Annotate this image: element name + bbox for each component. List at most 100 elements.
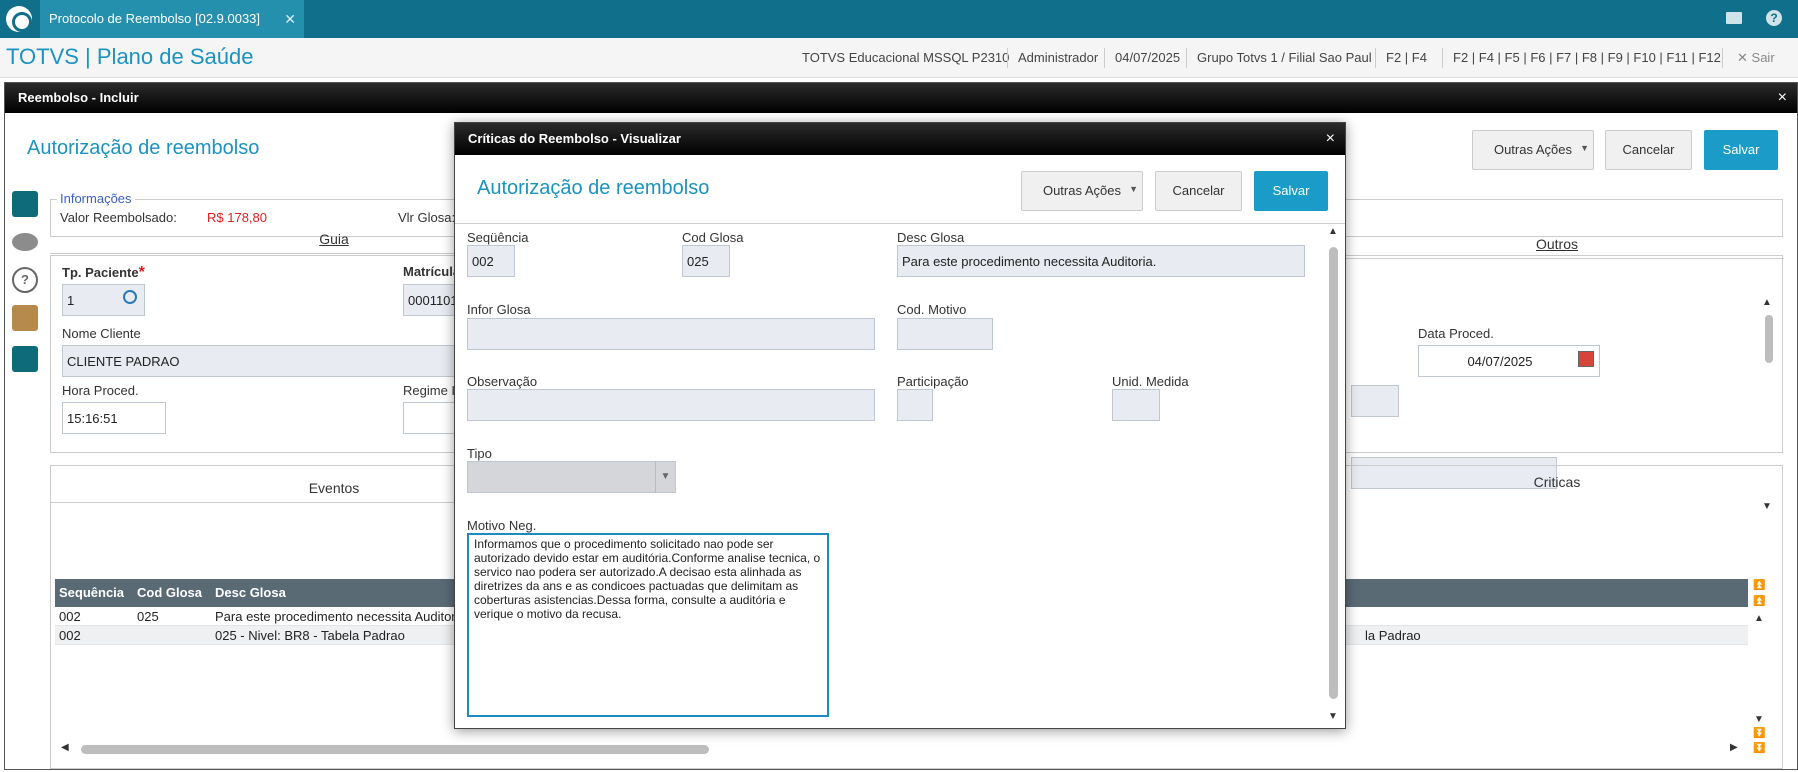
h-scrollbar-thumb[interactable] <box>81 745 709 754</box>
cancel-button[interactable]: Cancelar <box>1605 130 1692 170</box>
motivo-neg-textarea[interactable]: Informamos que o procedimento solicitado… <box>467 533 829 717</box>
calendar-icon[interactable] <box>1578 351 1594 367</box>
col-sequencia[interactable]: Sequência <box>59 585 124 600</box>
scroll-up-icon[interactable]: ▲ <box>1762 297 1772 308</box>
cod-motivo-field[interactable] <box>897 318 993 350</box>
shortcuts-long[interactable]: F2 | F4 | F5 | F6 | F7 | F8 | F9 | F10 |… <box>1453 50 1721 65</box>
tab-outros-label: Outros <box>1535 236 1578 252</box>
hora-proced-field[interactable]: 15:16:51 <box>62 402 166 434</box>
sequencia-field[interactable]: 002 <box>467 245 515 277</box>
cell-sequencia: 002 <box>59 628 81 643</box>
desc-glosa-label: Desc Glosa <box>897 230 965 245</box>
unid-medida-field[interactable] <box>1112 389 1160 421</box>
help-icon[interactable]: ? <box>1766 10 1782 26</box>
scroll-down-icon[interactable]: ▼ <box>1328 711 1338 722</box>
exit-label: Sair <box>1751 50 1775 65</box>
help-bubble-icon[interactable]: ? <box>12 267 38 293</box>
divider <box>1722 48 1723 68</box>
participacao-field[interactable] <box>897 389 933 421</box>
chevron-down-icon[interactable]: ▼ <box>655 461 675 493</box>
cell-fragment: la Padrao <box>1365 628 1421 643</box>
observacao-label: Observação <box>467 374 538 389</box>
participacao-label: Participação <box>897 374 969 389</box>
tp-paciente-label: Tp. Paciente* <box>62 264 145 282</box>
modal-titlebar: Críticas do Reembolso - Visualizar × <box>455 123 1345 155</box>
scrollbar-thumb[interactable] <box>1329 247 1338 699</box>
regime-label: Regime I <box>403 383 456 398</box>
record-down-icon[interactable]: ▼ <box>1754 714 1764 725</box>
link-chain-icon[interactable] <box>12 233 38 251</box>
search-icon[interactable] <box>123 290 137 304</box>
tp-paciente-value: 1 <box>67 293 75 308</box>
divider <box>1104 48 1105 68</box>
page-title: Autorização de reembolso <box>27 137 260 159</box>
first-record-icon[interactable]: ⏫ <box>1753 580 1765 591</box>
cell-cod-glosa: 025 <box>137 609 159 624</box>
scrollbar-thumb[interactable] <box>1765 315 1773 363</box>
scroll-right-icon[interactable]: ▶ <box>1730 742 1738 753</box>
user-label: Administrador <box>1018 50 1099 65</box>
exit-button[interactable]: ✕ Sair <box>1737 50 1775 66</box>
infor-glosa-field[interactable] <box>467 318 875 350</box>
desc-glosa-field[interactable]: Para este procedimento necessita Auditor… <box>897 245 1305 277</box>
brand-title: TOTVS | Plano de Saúde <box>6 44 254 69</box>
window-titlebar: Reembolso - Incluir × <box>5 83 1797 113</box>
tab-title: Protocolo de Reembolso [02.9.0033] <box>49 11 261 26</box>
cod-glosa-label: Cod Glosa <box>682 230 744 245</box>
reimbursed-value: R$ 178,80 <box>207 210 267 225</box>
totvs-logo-icon[interactable] <box>6 6 32 32</box>
unid-medida-label: Unid. Medida <box>1112 374 1189 389</box>
divider <box>1375 48 1376 68</box>
modal-title: Críticas do Reembolso - Visualizar <box>468 131 681 146</box>
tab-guia-label: Guia <box>319 231 349 247</box>
field-fragment[interactable] <box>1351 385 1399 417</box>
record-up-icon[interactable]: ▲ <box>1754 613 1764 624</box>
sequencia-label: Seqüência <box>467 230 529 245</box>
mail-icon[interactable] <box>1726 12 1742 24</box>
cell-desc-glosa: Para este procedimento necessita Auditor… <box>215 609 470 624</box>
tab-close-icon[interactable]: ✕ <box>284 0 296 38</box>
document-search-icon[interactable] <box>12 191 38 217</box>
other-actions-label: Outras Ações <box>1493 142 1573 157</box>
tipo-select[interactable] <box>467 461 676 493</box>
reimbursed-label: Valor Reembolsado: <box>60 210 177 225</box>
environment-label: TOTVS Educacional MSSQL P2310 <box>802 50 1010 65</box>
col-desc-glosa[interactable]: Desc Glosa <box>215 585 286 600</box>
observacao-field[interactable] <box>467 389 875 421</box>
nome-cliente-label: Nome Cliente <box>62 326 141 341</box>
modal-save-button[interactable]: Salvar <box>1254 171 1328 211</box>
user-icon[interactable] <box>12 346 38 372</box>
required-marker: * <box>138 264 145 281</box>
app-header: TOTVS | Plano de Saúde TOTVS Educacional… <box>0 38 1798 78</box>
motivo-neg-label: Motivo Neg. <box>467 518 537 533</box>
data-proced-label: Data Proced. <box>1418 326 1494 341</box>
chevron-down-icon: ▼ <box>1129 184 1138 194</box>
divider <box>1442 48 1443 68</box>
glosa-label: Vlr Glosa: <box>398 210 456 225</box>
other-actions-button[interactable]: Outras Ações ▼ <box>1472 130 1594 170</box>
tipo-label: Tipo <box>467 446 492 461</box>
scroll-left-icon[interactable]: ◀ <box>61 742 69 753</box>
tab-criticas[interactable]: Criticas <box>1330 467 1784 497</box>
modal-close-icon[interactable]: × <box>1326 123 1335 155</box>
tab-protocolo-reembolso[interactable]: Protocolo de Reembolso [02.9.0033] ✕ <box>40 0 304 38</box>
scroll-icon[interactable] <box>12 305 38 331</box>
window-close-icon[interactable]: × <box>1778 83 1787 113</box>
date-label: 04/07/2025 <box>1115 50 1181 65</box>
nome-cliente-field[interactable]: CLIENTE PADRAO <box>62 345 462 377</box>
last-record-icon[interactable]: ⏬ <box>1753 743 1765 754</box>
cell-sequencia: 002 <box>59 609 81 624</box>
divider <box>1186 48 1187 68</box>
data-proced-field[interactable]: 04/07/2025 <box>1418 345 1600 377</box>
hora-proced-label: Hora Proced. <box>62 383 139 398</box>
scroll-up-icon[interactable]: ▲ <box>1328 226 1338 237</box>
page-down-icon[interactable]: ⏬ <box>1753 728 1765 739</box>
modal-other-actions-button[interactable]: Outras Ações ▼ <box>1021 171 1143 211</box>
modal-cancel-button[interactable]: Cancelar <box>1155 171 1242 211</box>
cod-glosa-field[interactable]: 025 <box>682 245 730 277</box>
col-cod-glosa[interactable]: Cod Glosa <box>137 585 202 600</box>
page-up-icon[interactable]: ⏫ <box>1753 596 1765 607</box>
shortcuts-short[interactable]: F2 | F4 <box>1386 50 1427 65</box>
infor-glosa-label: Infor Glosa <box>467 302 531 317</box>
save-button[interactable]: Salvar <box>1704 130 1778 170</box>
